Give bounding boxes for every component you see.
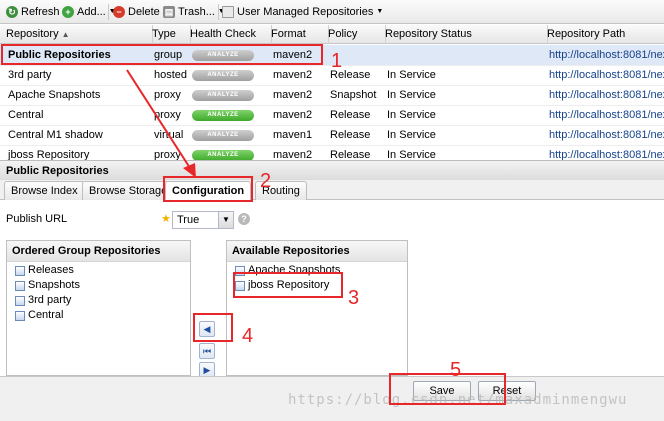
- annotation-arrow: [126, 69, 196, 178]
- annotation-arrow-head: [183, 163, 196, 178]
- annotation-arrow-line: [126, 69, 191, 169]
